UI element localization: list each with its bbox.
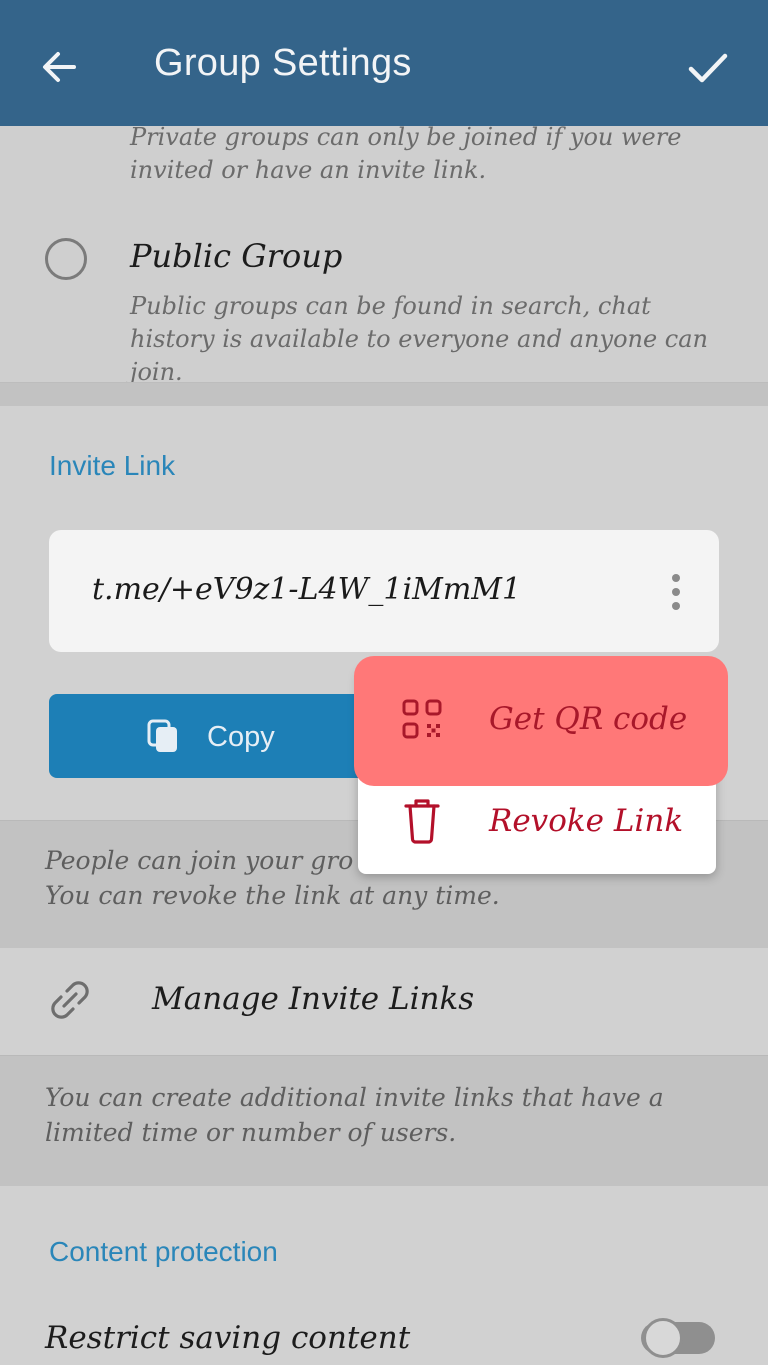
restrict-saving-label[interactable]: Restrict saving content [45, 1320, 410, 1356]
invite-info-line2: You can revoke the link at any time. [45, 881, 500, 910]
invite-info-line1: People can join your gro [45, 846, 354, 875]
link-icon [51, 981, 89, 1019]
page-title: Group Settings [154, 42, 412, 84]
public-group-radio[interactable] [45, 238, 87, 280]
manage-invite-links-label: Manage Invite Links [152, 981, 475, 1017]
invite-link-text[interactable]: t.me/+eV9z1-L4W_1iMmM1 [92, 572, 521, 607]
revoke-link-menu-item[interactable]: Revoke Link [489, 803, 683, 839]
trash-icon [404, 799, 440, 844]
public-group-title[interactable]: Public Group [130, 237, 342, 275]
more-options-icon[interactable] [664, 572, 688, 612]
get-qr-code-label: Get QR code [489, 701, 688, 737]
invite-link-header: Invite Link [49, 450, 176, 481]
copy-icon [147, 719, 177, 752]
toggle-knob[interactable] [643, 1318, 683, 1358]
checkmark-icon[interactable] [686, 48, 730, 88]
copy-button-label: Copy [207, 721, 275, 753]
section-divider [0, 382, 768, 406]
qr-code-icon [402, 699, 442, 739]
private-group-description: Private groups can only be joined if you… [130, 123, 682, 184]
app-bar: Group Settings [0, 0, 768, 126]
arrow-left-icon[interactable] [38, 46, 80, 88]
content-protection-header: Content protection [49, 1236, 278, 1267]
public-group-description: Public groups can be found in search, ch… [130, 292, 709, 386]
manage-info-text: You can create additional invite links t… [45, 1083, 664, 1147]
